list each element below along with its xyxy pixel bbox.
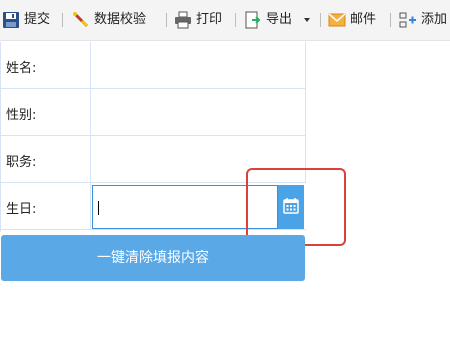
label-cell: 姓名: [0,42,91,88]
export-label: 导出 [266,12,293,27]
print-label: 打印 [196,12,223,27]
toolbar-separator [62,13,63,27]
wand-icon [73,12,89,28]
mail-icon [328,13,346,27]
add-button[interactable]: 添加 [399,11,450,29]
export-button[interactable]: 导出 [244,11,316,29]
label-cell: 职务: [0,136,91,182]
toolbar-separator [320,13,321,27]
add-label: 添加 [421,12,448,27]
print-button[interactable]: 打印 [174,11,226,29]
gender-label: 性别: [6,108,37,123]
label-cell: 性别: [0,89,91,135]
mail-button[interactable]: 邮件 [328,11,384,29]
clear-all-button[interactable]: 一键清除填报内容 [1,235,305,281]
birthday-label: 生日: [6,202,37,217]
save-icon [3,12,19,28]
label-cell: 生日: [0,183,91,229]
export-icon [245,11,261,29]
row-name: 姓名: [0,42,306,89]
name-field[interactable] [91,42,306,88]
add-row-icon [399,12,416,28]
name-label: 姓名: [6,61,37,76]
validate-label: 数据校验 [94,12,147,27]
row-gender: 性别: [0,89,306,136]
gender-field[interactable] [91,89,306,135]
printer-icon [175,11,191,29]
toolbar: 提交 数据校验 打印 导出 邮件 添加 [0,0,450,41]
validate-button[interactable]: 数据校验 [72,11,158,29]
toolbar-separator [235,13,236,27]
submit-button[interactable]: 提交 [2,11,54,29]
text-cursor [98,201,99,215]
toolbar-separator [166,13,167,27]
position-label: 职务: [6,155,37,170]
toolbar-separator [390,13,391,27]
submit-label: 提交 [24,12,51,27]
chevron-down-icon [304,18,310,22]
mail-label: 邮件 [350,12,377,27]
